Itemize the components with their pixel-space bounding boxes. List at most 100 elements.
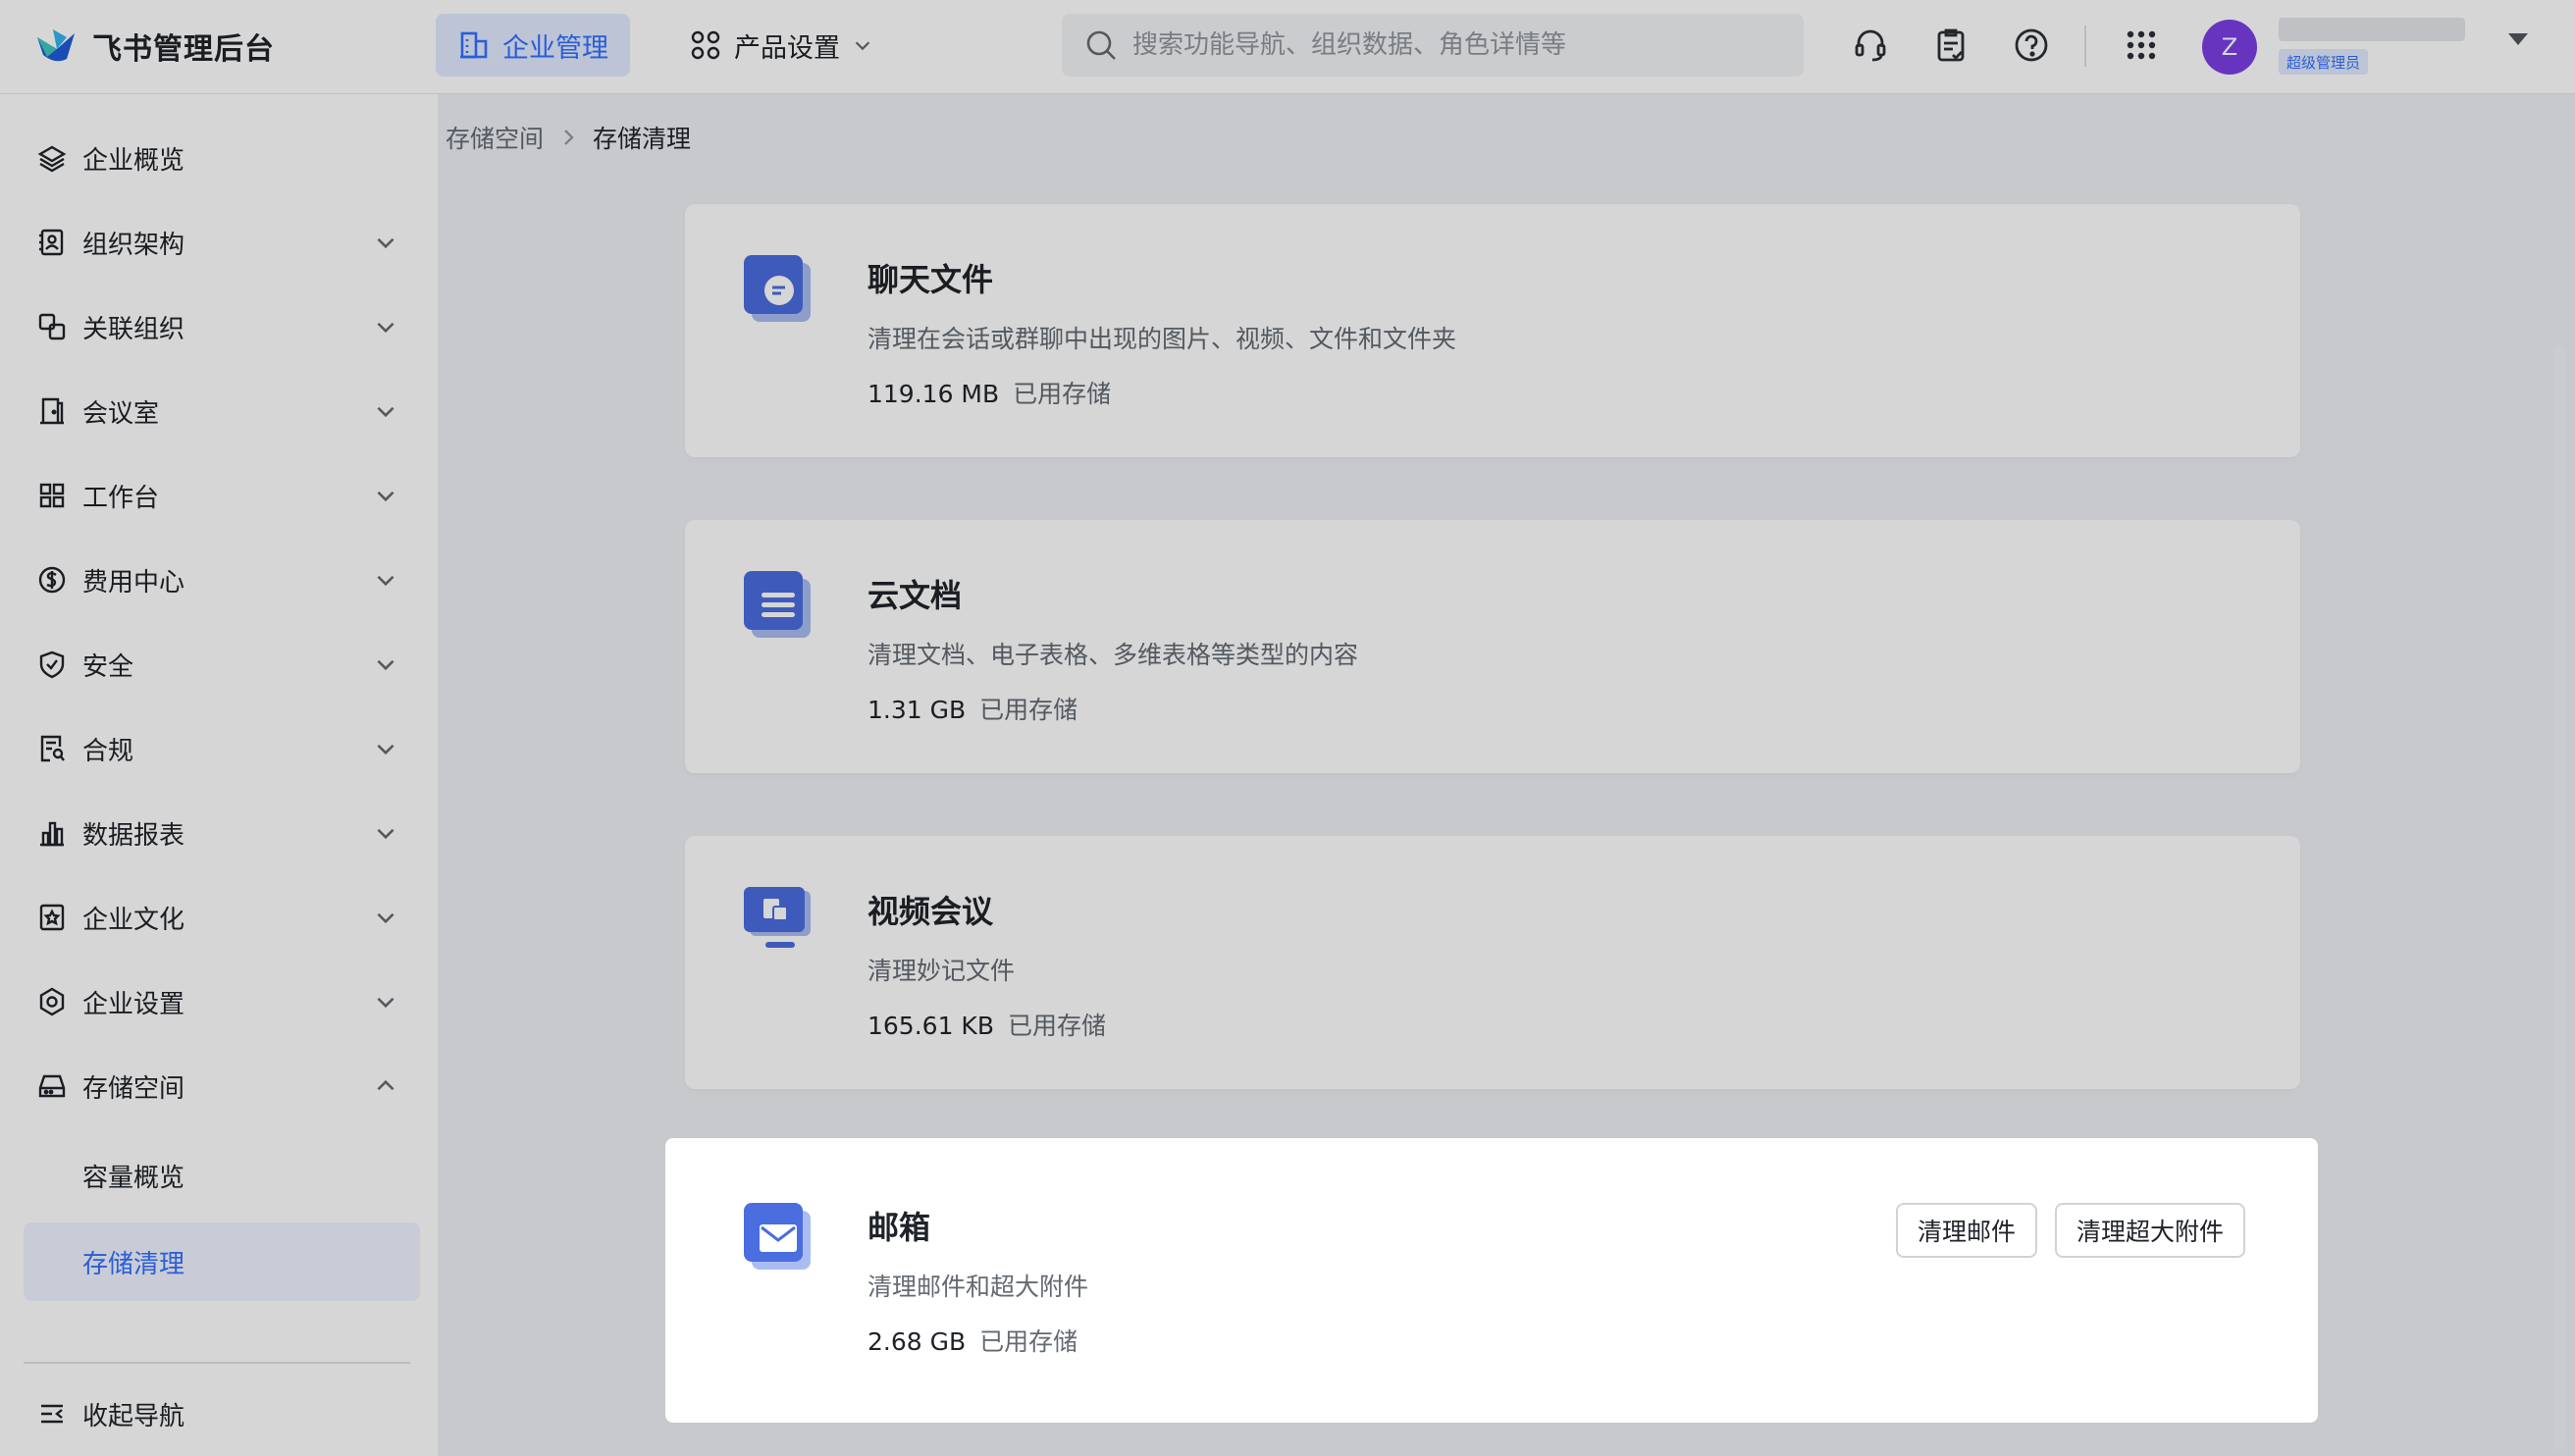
tab-enterprise-management[interactable]: 企业管理 (436, 14, 630, 77)
chevron-down-icon (377, 237, 394, 249)
sidebar-item-culture[interactable]: 企业文化 (20, 879, 426, 956)
sidebar-subitem-label: 存储清理 (82, 1249, 185, 1279)
sidebar-item-reports[interactable]: 数据报表 (20, 795, 426, 871)
sidebar-item-workplace[interactable]: 工作台 (20, 457, 426, 534)
search-icon (1086, 30, 1116, 60)
app-launcher-button[interactable] (2118, 22, 2165, 69)
sidebar-item-label: 费用中心 (82, 567, 185, 598)
storage-card-chat-files: 聊天文件 清理在会话或群聊中出现的图片、视频、文件和文件夹 119.16 MB 已… (685, 204, 2300, 457)
sidebar-item-label: 企业设置 (82, 989, 185, 1019)
grid-icon (35, 479, 69, 512)
sidebar-item-label: 工作台 (82, 483, 160, 513)
avatar[interactable]: Z (2202, 20, 2257, 75)
cloud-doc-icon (744, 571, 811, 638)
sidebar-item-label: 关联组织 (82, 314, 185, 344)
support-button[interactable] (1847, 22, 1894, 69)
top-bar: 飞书管理后台 企业管理 产品设置 搜索功能导航、组织数据、角色详情等 Z 超级管… (0, 0, 2575, 94)
sidebar-item-linked-org[interactable]: 关联组织 (20, 288, 426, 365)
collapse-nav-icon (35, 1397, 69, 1430)
mail-icon (744, 1203, 811, 1270)
sidebar-subitem-capacity-overview[interactable]: 容量概览 (24, 1136, 420, 1215)
sidebar-item-meeting-room[interactable]: 会议室 (20, 373, 426, 449)
card-description: 清理在会话或群聊中出现的图片、视频、文件和文件夹 (867, 325, 1457, 353)
chevron-down-icon (855, 41, 870, 51)
usage-value: 2.68 GB (867, 1327, 967, 1356)
sidebar-item-label: 企业概览 (82, 145, 185, 176)
sidebar-item-overview[interactable]: 企业概览 (20, 120, 426, 196)
usage-value: 165.61 KB (867, 1012, 994, 1040)
app-name: 飞书管理后台 (92, 32, 275, 67)
breadcrumb-current: 存储清理 (593, 125, 692, 153)
chevron-down-icon (377, 659, 394, 671)
scrollbar-thumb[interactable] (2553, 345, 2565, 1450)
clean-mail-button[interactable]: 清理邮件 (1895, 1203, 2037, 1258)
grid-dots-icon (2127, 30, 2156, 60)
usage-label: 已用存储 (979, 696, 1078, 724)
org-icon (35, 226, 69, 259)
user-name-redacted (2279, 18, 2465, 41)
link-org-icon (35, 310, 69, 343)
bar-chart-icon (35, 816, 69, 850)
sidebar-item-label: 安全 (82, 651, 134, 682)
usage-label: 已用存储 (1013, 380, 1112, 408)
headset-icon (1855, 29, 1886, 62)
sidebar-item-settings[interactable]: 企业设置 (20, 963, 426, 1040)
tasks-button[interactable] (1927, 22, 1974, 69)
sidebar-item-storage[interactable]: 存储空间 (20, 1048, 426, 1124)
help-icon (2015, 28, 2048, 62)
gear-icon (35, 985, 69, 1018)
feishu-logo-icon (37, 29, 75, 62)
global-search[interactable] (1062, 14, 1804, 77)
chevron-down-icon (377, 828, 394, 840)
app-logo[interactable]: 飞书管理后台 (33, 24, 275, 69)
video-meeting-icon (744, 887, 811, 948)
sidebar-subitem-storage-cleanup[interactable]: 存储清理 (24, 1222, 420, 1301)
storage-icon (35, 1069, 69, 1103)
building-icon (460, 31, 488, 59)
sidebar-item-compliance[interactable]: 合规 (20, 710, 426, 787)
breadcrumb: 存储空间 存储清理 (446, 120, 691, 155)
card-description: 清理妙记文件 (867, 957, 1016, 985)
compliance-icon (35, 732, 69, 765)
chevron-down-icon (377, 406, 394, 418)
chevron-down-icon (377, 744, 394, 755)
tab-label: 企业管理 (502, 32, 608, 64)
sidebar-item-label: 数据报表 (82, 820, 185, 851)
chevron-right-icon (564, 130, 574, 145)
sidebar-item-label: 合规 (82, 736, 134, 766)
chevron-down-icon (377, 912, 394, 924)
search-input[interactable] (1132, 30, 1760, 60)
chevron-down-icon (377, 575, 394, 587)
sidebar-item-billing[interactable]: 费用中心 (20, 542, 426, 618)
card-title: 云文档 (867, 577, 963, 614)
card-usage: 1.31 GB 已用存储 (867, 691, 1077, 726)
layers-icon (35, 141, 69, 175)
card-usage: 119.16 MB 已用存储 (867, 375, 1111, 410)
user-menu-caret-icon[interactable] (2508, 33, 2528, 45)
card-title: 聊天文件 (867, 261, 994, 298)
door-icon (35, 394, 69, 428)
sidebar: 企业概览 组织架构 关联组织 会议室 工作台 费用中心 安全 合规 数据报表 企… (0, 94, 438, 1456)
sidebar-item-security[interactable]: 安全 (20, 626, 426, 702)
sidebar-divider (24, 1362, 410, 1364)
usage-value: 1.31 GB (867, 696, 967, 724)
card-description: 清理文档、电子表格、多维表格等类型的内容 (867, 641, 1359, 669)
chevron-up-icon (377, 1079, 394, 1091)
card-title: 视频会议 (867, 893, 994, 930)
sidebar-item-org[interactable]: 组织架构 (20, 204, 426, 281)
tab-product-settings[interactable]: 产品设置 (667, 14, 895, 77)
culture-icon (35, 901, 69, 934)
collapse-nav-button[interactable]: 收起导航 (20, 1376, 426, 1452)
admin-badge: 超级管理员 (2279, 49, 2369, 75)
collapse-nav-label: 收起导航 (82, 1401, 185, 1431)
card-usage: 2.68 GB 已用存储 (867, 1323, 1077, 1358)
tab-label: 产品设置 (734, 32, 840, 64)
sidebar-item-label: 存储空间 (82, 1073, 185, 1104)
chevron-down-icon (377, 491, 394, 502)
help-button[interactable] (2008, 22, 2055, 69)
sidebar-subitem-label: 容量概览 (82, 1163, 185, 1193)
clipboard-icon (1937, 28, 1965, 62)
breadcrumb-parent[interactable]: 存储空间 (446, 120, 544, 155)
chat-file-icon (744, 255, 811, 322)
clean-large-attachments-button[interactable]: 清理超大附件 (2054, 1203, 2245, 1258)
